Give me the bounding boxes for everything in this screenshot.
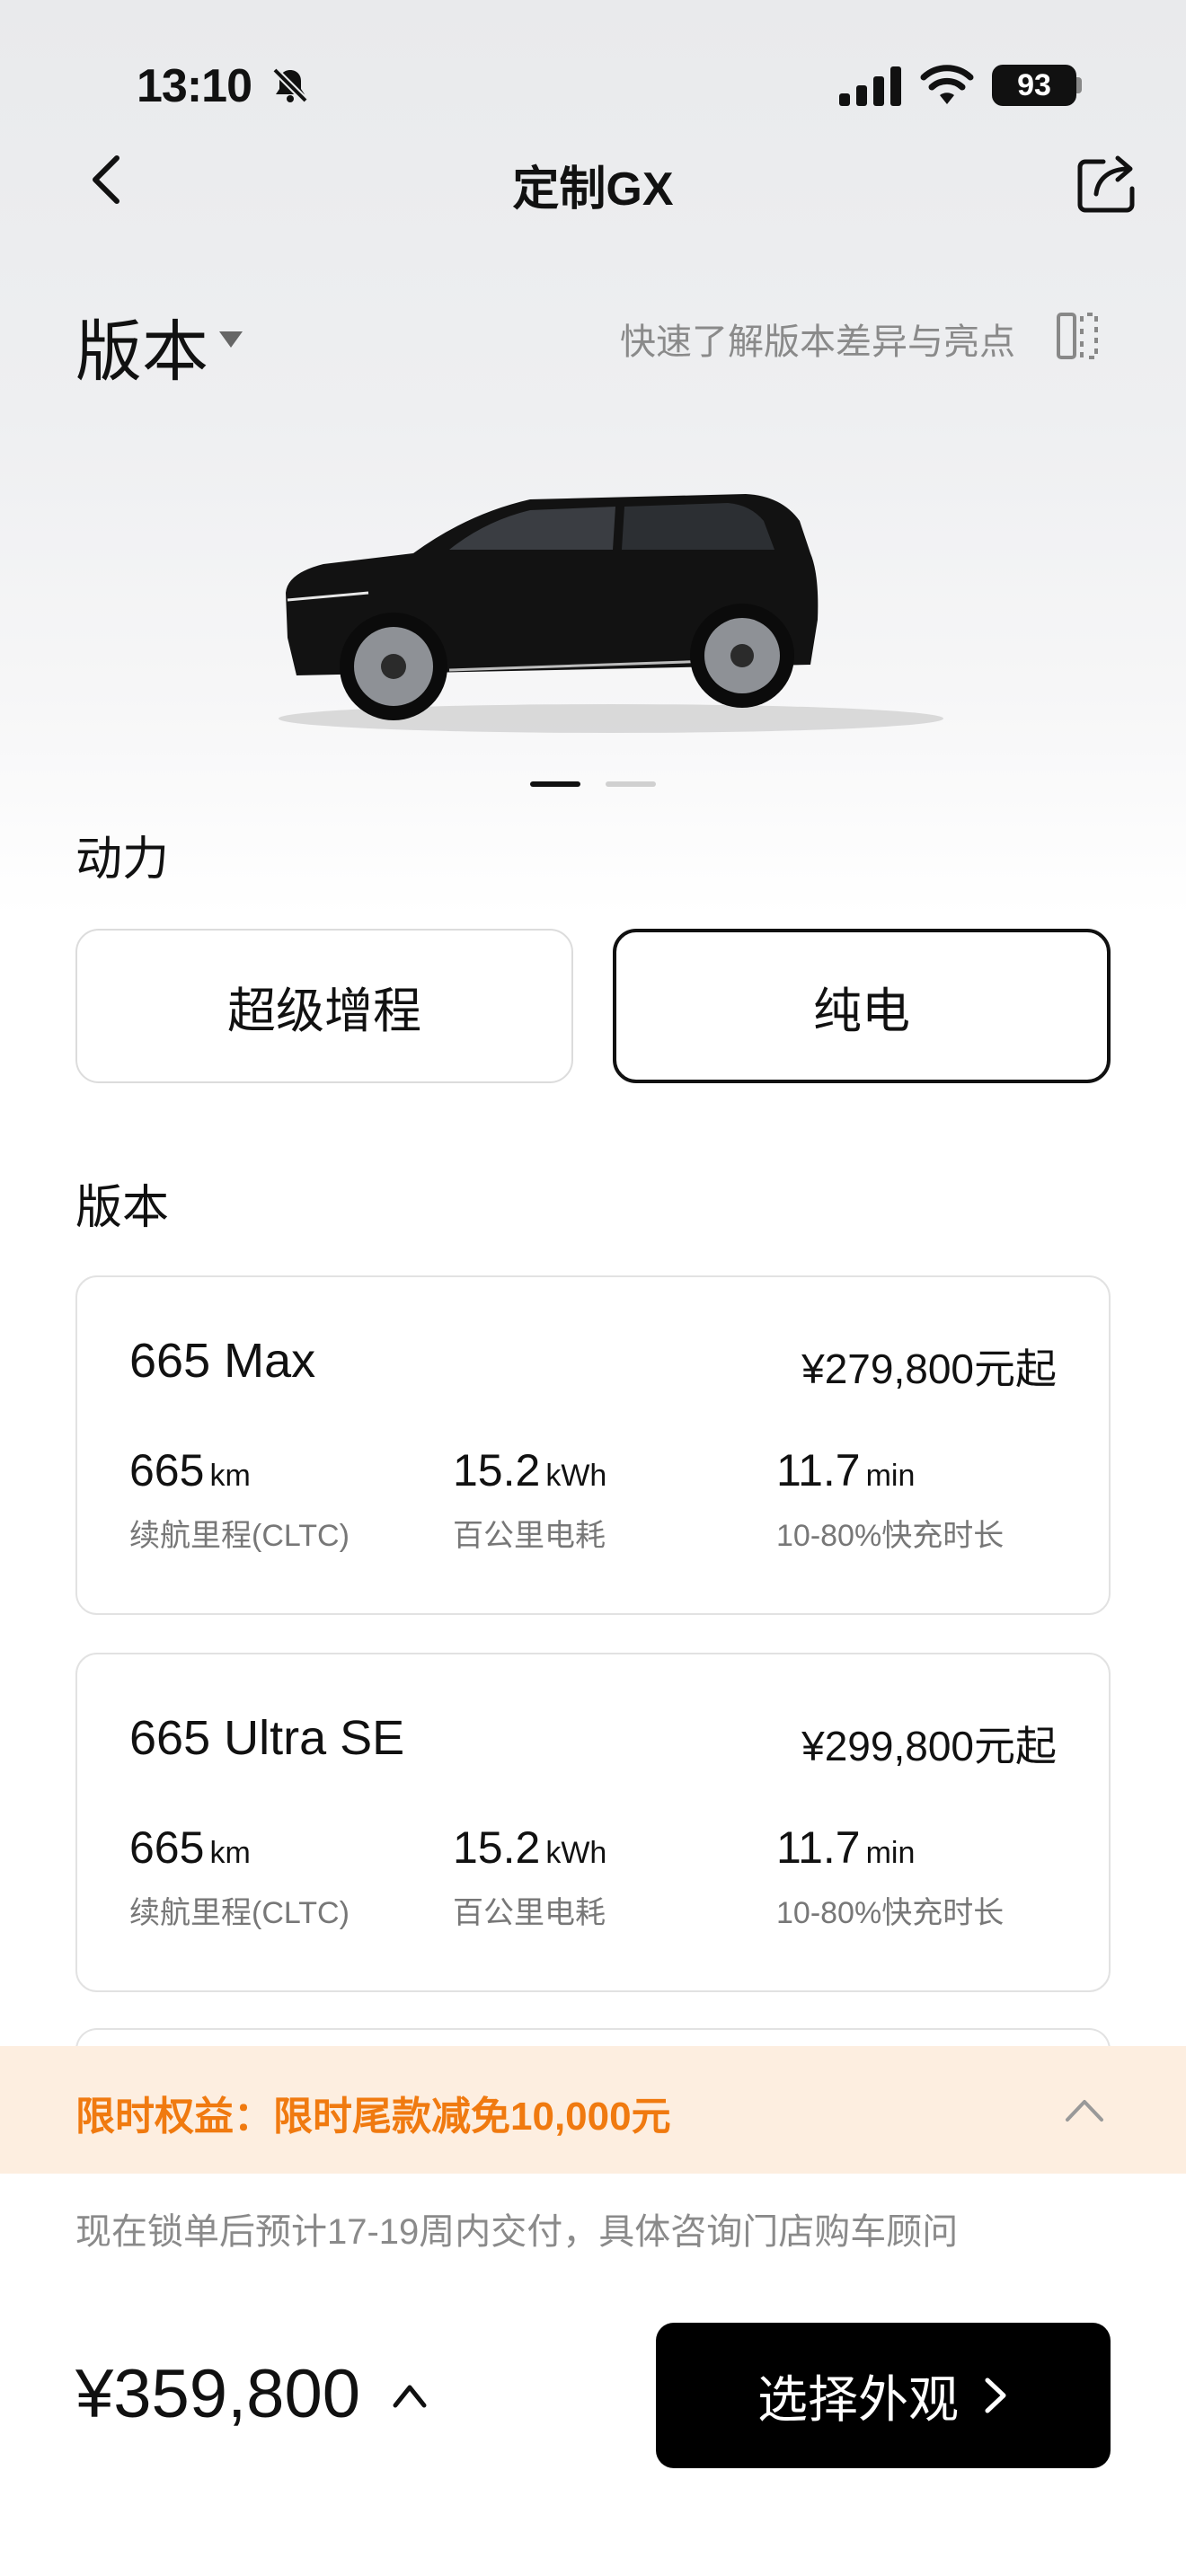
version-card-665-ultra-se[interactable]: 665 Ultra SE ¥299,800元起 665 km 续航里程(CLTC)… (75, 1653, 1111, 1992)
spec-unit: kWh (545, 1459, 607, 1493)
share-icon[interactable] (1076, 151, 1141, 214)
spec-label: 10-80%快充时长 (776, 1896, 1005, 1930)
compare-icon[interactable] (1057, 311, 1100, 361)
chevron-up-icon[interactable] (390, 2378, 429, 2413)
version-name: 665 Ultra SE (129, 1711, 405, 1765)
carousel-dot[interactable] (606, 781, 656, 787)
version-section-label: 版本 (75, 1182, 170, 1234)
chevron-right-icon (985, 2378, 1006, 2413)
page-title: 定制GX (512, 163, 674, 216)
spec-unit: min (865, 1459, 916, 1493)
car-image (279, 494, 943, 733)
power-option-electric[interactable]: 纯电 (613, 929, 1111, 1083)
version-card-665-max[interactable]: 665 Max ¥279,800元起 665 km 续航里程(CLTC) 15.2… (75, 1275, 1111, 1615)
spec-label: 百公里电耗 (453, 1519, 606, 1553)
version-price: ¥279,800元起 (801, 1345, 1057, 1392)
spec-unit: km (209, 1459, 251, 1493)
spec-unit: min (865, 1836, 916, 1870)
chevron-up-icon[interactable] (1064, 2091, 1105, 2127)
status-time: 13:10 (137, 60, 252, 112)
power-option-range-extender[interactable]: 超级增程 (75, 929, 573, 1083)
spec-unit: km (209, 1836, 251, 1870)
total-price[interactable]: ¥359,800 (75, 2355, 360, 2433)
spec-charge-time: 11.7 min 10-80%快充时长 (776, 1444, 1004, 1555)
spec-consumption: 15.2 kWh 百公里电耗 (453, 1822, 606, 1932)
choose-exterior-label: 选择外观 (757, 2370, 959, 2428)
version-name: 665 Max (129, 1334, 316, 1388)
hero-background (0, 0, 1186, 916)
choose-exterior-button[interactable]: 选择外观 (656, 2323, 1111, 2468)
battery-level: 93 (992, 65, 1076, 106)
spec-value: 665 (129, 1822, 205, 1873)
spec-unit: kWh (545, 1836, 607, 1870)
spec-label: 续航里程(CLTC) (129, 1896, 350, 1930)
delivery-note: 现在锁单后预计17-19周内交付，具体咨询门店购车顾问 (75, 2212, 959, 2252)
version-price: ¥299,800元起 (801, 1723, 1057, 1769)
cellular-signal-icon (839, 66, 901, 106)
spec-label: 10-80%快充时长 (776, 1519, 1005, 1553)
wifi-icon (920, 65, 974, 104)
version-diff-link[interactable]: 快速了解版本差异与亮点 (620, 313, 1015, 365)
spec-label: 续航里程(CLTC) (129, 1519, 350, 1553)
spec-value: 15.2 (453, 1445, 541, 1495)
spec-value: 11.7 (776, 1445, 861, 1495)
spec-value: 665 (129, 1445, 205, 1495)
spec-value: 11.7 (776, 1822, 861, 1873)
spec-consumption: 15.2 kWh 百公里电耗 (453, 1444, 606, 1555)
bell-muted-icon (272, 67, 308, 103)
spec-range: 665 km 续航里程(CLTC) (129, 1444, 350, 1555)
power-section-label: 动力 (75, 834, 170, 886)
version-dropdown-label[interactable]: 版本 (75, 298, 208, 394)
spec-range: 665 km 续航里程(CLTC) (129, 1822, 350, 1932)
caret-down-icon[interactable] (217, 329, 244, 350)
spec-charge-time: 11.7 min 10-80%快充时长 (776, 1822, 1004, 1932)
promo-text: 限时权益：限时尾款减免10,000元 (75, 2095, 671, 2139)
carousel-dot-active[interactable] (530, 781, 580, 787)
battery-tip (1076, 77, 1082, 93)
spec-label: 百公里电耗 (453, 1896, 606, 1930)
spec-value: 15.2 (453, 1822, 541, 1873)
